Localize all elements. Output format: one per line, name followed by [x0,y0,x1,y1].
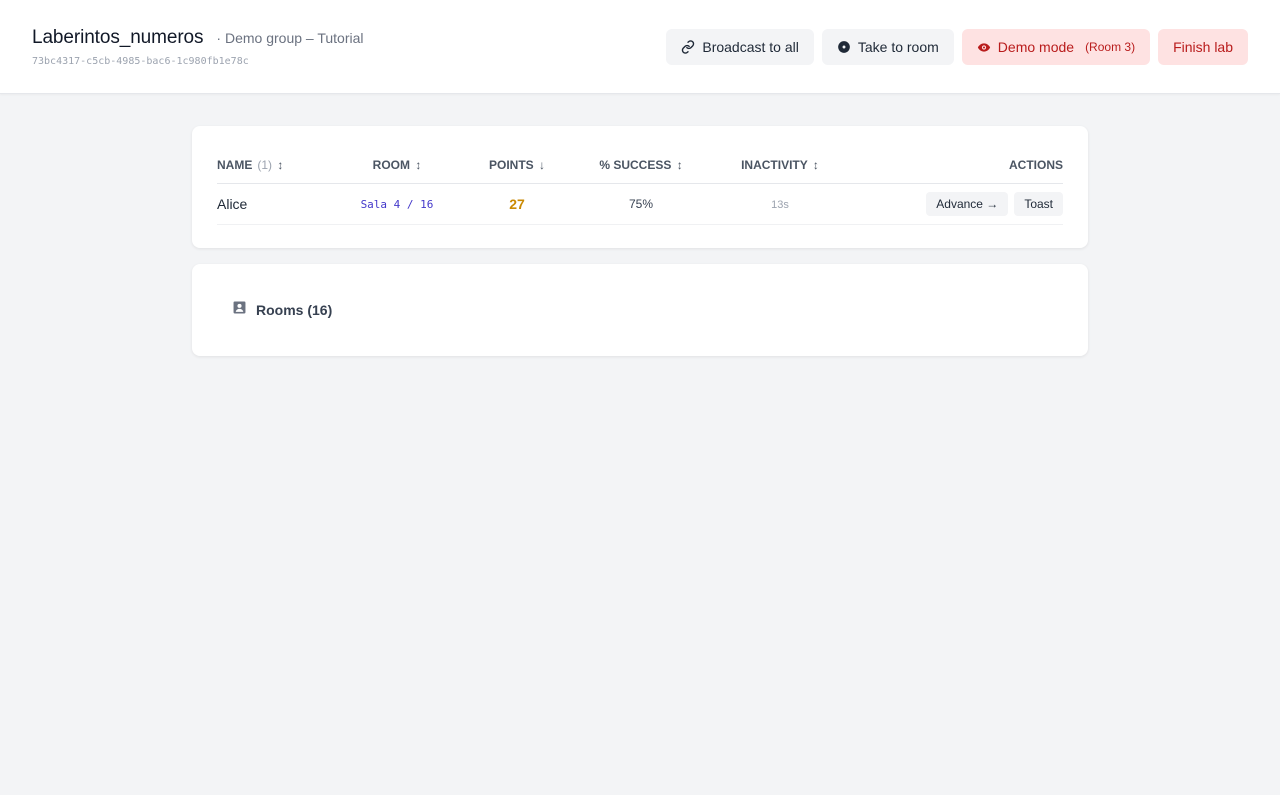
cell-room: Sala 4 / 16 [327,183,467,225]
sort-icon: ↕ [676,158,683,173]
title-row: Laberintos_numeros · Demo group – Tutori… [32,27,364,49]
eye-icon [977,40,991,54]
broadcast-label: Broadcast to all [702,39,799,55]
column-room[interactable]: ROOM ↕ [327,148,467,184]
sort-icon: ↕ [812,158,819,173]
demo-mode-button[interactable]: Demo mode (Room 3) [961,29,1151,65]
rooms-header[interactable]: Rooms (16) [233,301,332,319]
column-success-label: % SUCCESS [599,158,672,173]
take-to-room-button[interactable]: Take to room [821,29,954,65]
column-points-label: POINTS [488,158,534,173]
students-card: NAME (1) ↕ ROOM ↕ POINTS ↓ % SUCCESS ↕ IN… [192,126,1088,248]
student-name: Alice [217,195,248,212]
take-to-room-label: Take to room [857,39,939,55]
dot-circle-icon [837,40,851,54]
broadcast-button[interactable]: Broadcast to all [666,29,814,65]
group-subtitle: · Demo group – Tutorial [216,30,364,46]
column-success[interactable]: % SUCCESS ↕ [567,148,715,184]
room-badge-icon [233,301,246,319]
cell-points: 27 [467,183,567,225]
demo-mode-label: Demo mode [997,39,1075,55]
header-actions: Broadcast to all Take to room Demo mode … [666,29,1248,65]
column-name[interactable]: NAME (1) ↕ [217,148,327,184]
finish-lab-button[interactable]: Finish lab [1158,29,1248,65]
demo-mode-room: (Room 3) [1085,40,1136,54]
sort-desc-icon: ↓ [539,158,545,173]
lab-title: Laberintos_numeros [32,27,204,48]
student-points: 27 [509,195,525,212]
student-inactivity: 13s [771,198,789,211]
session-id: 73bc4317-c5cb-4985-bac6-1c980fb1e78c [32,56,249,67]
student-success: 75% [628,196,654,211]
title-block: Laberintos_numeros · Demo group – Tutori… [32,27,364,67]
column-actions: ACTIONS [845,148,1063,184]
cell-actions: Advance → Toast [845,183,1063,225]
rooms-title: Rooms (16) [256,302,333,318]
top-bar: Laberintos_numeros · Demo group – Tutori… [0,0,1280,94]
student-count: (1) [257,158,273,173]
finish-lab-label: Finish lab [1173,39,1233,55]
advance-button[interactable]: Advance → [926,191,1009,216]
cell-inactivity: 13s [715,183,845,225]
cell-success: 75% [567,183,715,225]
column-actions-label: ACTIONS [1009,158,1063,173]
column-name-label: NAME [217,158,253,173]
link-icon [681,40,695,54]
column-points[interactable]: POINTS ↓ [467,148,567,184]
column-inactivity-label: INACTIVITY [741,158,808,173]
column-room-label: ROOM [372,158,410,173]
students-table: NAME (1) ↕ ROOM ↕ POINTS ↓ % SUCCESS ↕ IN… [217,148,1063,225]
rooms-card: Rooms (16) [192,264,1088,356]
sort-icon: ↕ [277,158,284,173]
sort-icon: ↕ [415,158,422,173]
table-row: Alice Sala 4 / 16 27 75% 13s Advance → To… [217,183,1063,225]
toast-button[interactable]: Toast [1014,191,1063,216]
table-header-row: NAME (1) ↕ ROOM ↕ POINTS ↓ % SUCCESS ↕ IN… [217,148,1063,184]
column-inactivity[interactable]: INACTIVITY ↕ [715,148,845,184]
cell-name: Alice [217,183,327,225]
student-room: Sala 4 / 16 [360,197,434,211]
